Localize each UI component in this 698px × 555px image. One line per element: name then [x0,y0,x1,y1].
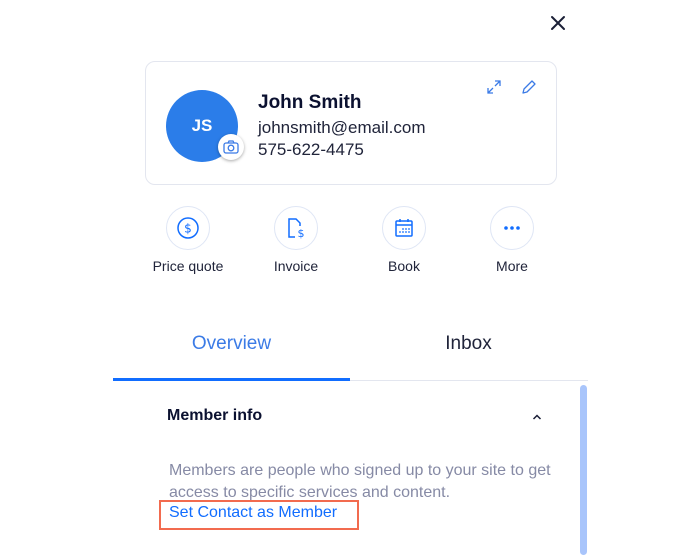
scrollbar[interactable] [580,385,587,555]
edit-button[interactable] [520,78,538,96]
tab-inbox[interactable]: Inbox [350,322,587,380]
price-quote-button[interactable]: $ Price quote [138,206,238,274]
invoice-icon: $ [288,218,305,240]
tab-bar: Overview Inbox [113,322,588,381]
tab-overview[interactable]: Overview [113,322,350,381]
action-label: Price quote [152,258,224,274]
svg-text:$: $ [298,227,305,240]
contact-phone: 575-622-4475 [258,140,364,159]
expand-icon [487,80,501,94]
close-icon [551,16,565,30]
collapse-button[interactable] [530,410,544,424]
avatar-initials: JS [191,116,213,135]
change-photo-button[interactable] [218,134,244,160]
member-info-description: Members are people who signed up to your… [169,462,551,501]
dollar-circle-icon: $ [177,217,199,239]
camera-icon [223,140,239,154]
invoice-button[interactable]: $ Invoice [246,206,346,274]
more-button[interactable]: More [462,206,562,274]
close-button[interactable] [548,13,568,33]
set-contact-as-member-link[interactable]: Set Contact as Member [169,504,337,522]
chevron-up-icon [532,414,542,420]
edit-pencil-icon [522,80,536,94]
contact-card: JS John Smith johnsmith@email.com 575-62… [145,61,557,185]
action-label: Invoice [273,258,319,274]
contact-email: johnsmith@email.com [258,118,426,137]
member-info-title: Member info [167,407,263,424]
calendar-icon [395,219,413,237]
quick-actions: $ Price quote $ Invoice Book More [140,206,560,276]
action-label: Book [388,258,420,274]
action-label: More [496,258,528,274]
more-dots-icon [504,226,520,230]
svg-text:$: $ [184,222,192,236]
expand-button[interactable] [485,78,503,96]
book-button[interactable]: Book [354,206,454,274]
contact-name: John Smith [258,92,362,113]
